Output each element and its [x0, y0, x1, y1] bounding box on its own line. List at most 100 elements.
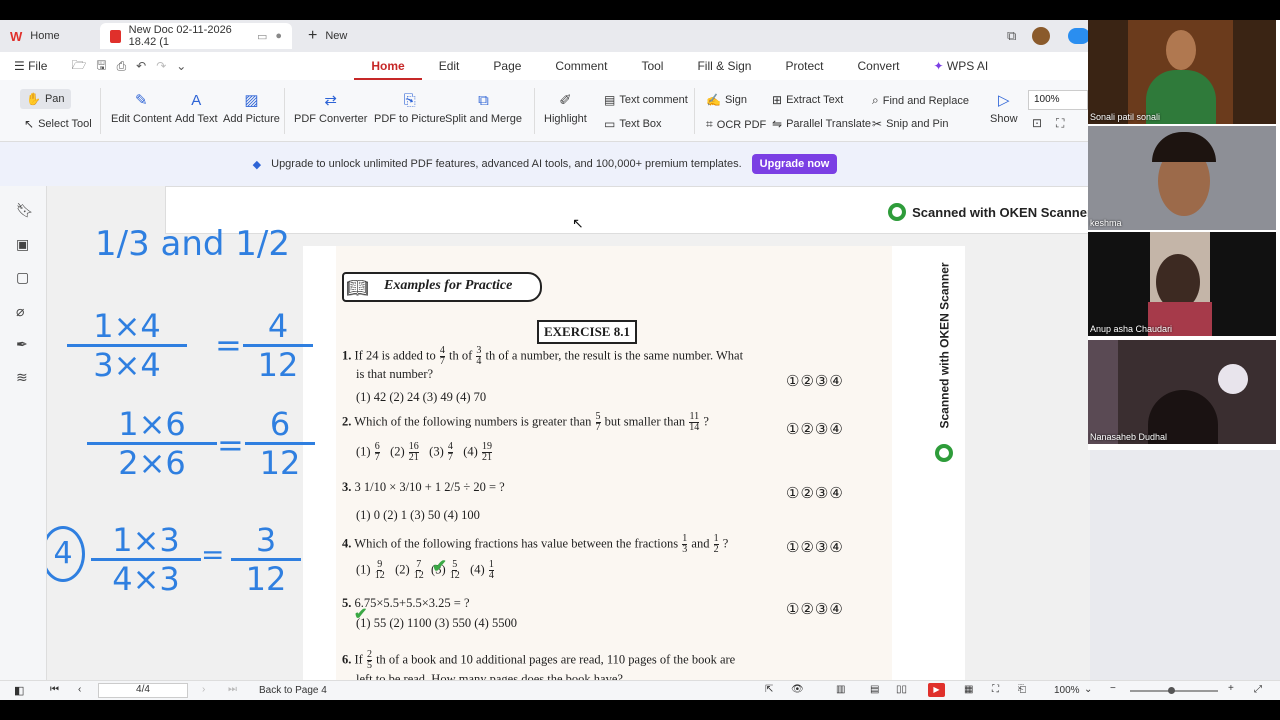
- zoom-out-icon[interactable]: −: [1110, 683, 1116, 694]
- video-participants: Sonali patil sonali keshma Anup asha Cha…: [1088, 20, 1280, 450]
- thumbnail-icon[interactable]: ▣: [16, 236, 29, 253]
- eye-icon[interactable]: 👁︎: [791, 684, 804, 695]
- menu-edit[interactable]: Edit: [422, 52, 477, 80]
- record-icon[interactable]: ▶: [928, 683, 945, 697]
- extract-text-button[interactable]: ⊞ Extract Text: [772, 93, 843, 107]
- tab-document[interactable]: New Doc 02-11-2026 18.42 (1 ▭ ●: [100, 23, 292, 49]
- book-icon: 📖︎: [346, 278, 369, 298]
- highlight-button[interactable]: ✐ Highlight: [544, 92, 587, 125]
- menu-tool[interactable]: Tool: [624, 52, 680, 80]
- scanner-watermark-vertical: Scanned with OKEN Scanner: [937, 262, 952, 429]
- window-restore-icon[interactable]: ⧉: [1007, 28, 1016, 44]
- grid-view-icon[interactable]: ▦: [964, 684, 973, 695]
- parallel-translate-button[interactable]: ⇋ Parallel Translate: [772, 117, 871, 131]
- tab-home[interactable]: W Home: [0, 23, 96, 49]
- pdf-icon: [110, 29, 121, 43]
- document-view[interactable]: Scanned with OKEN Scanner Examples for P…: [47, 186, 1090, 680]
- unsaved-dot-icon[interactable]: ●: [275, 30, 282, 42]
- equals-sign: =: [201, 538, 225, 571]
- find-replace-button[interactable]: ⌕ Find and Replace: [872, 93, 969, 108]
- participant-tile[interactable]: keshma: [1088, 126, 1276, 230]
- undo-icon[interactable]: ↶: [136, 59, 146, 73]
- select-tool-button[interactable]: ↖ Select Tool: [24, 117, 92, 131]
- zoom-dropdown-icon[interactable]: ⌄: [1084, 684, 1092, 695]
- save-icon[interactable]: 🖫: [96, 56, 106, 77]
- tab-bar: W Home New Doc 02-11-2026 18.42 (1 ▭ ● +…: [0, 20, 1090, 52]
- two-page-icon[interactable]: ▯▯: [896, 684, 907, 695]
- menu-file[interactable]: ☰ File: [0, 52, 57, 80]
- page-number-input[interactable]: 4/4: [98, 683, 188, 698]
- plus-icon: +: [308, 27, 318, 44]
- edit-content-button[interactable]: ✎ Edit Content: [111, 92, 172, 125]
- split-merge-button[interactable]: ⧉ Split and Merge: [445, 92, 522, 125]
- fullscreen-icon[interactable]: ⛶: [992, 684, 999, 695]
- question-1-line2: is that number?: [356, 367, 434, 381]
- zoom-slider-handle[interactable]: [1168, 687, 1175, 694]
- add-text-button[interactable]: A Add Text: [175, 92, 218, 125]
- menu-home[interactable]: Home: [354, 52, 422, 80]
- pdf-to-picture-button[interactable]: ⎘ PDF to Picture: [374, 92, 446, 125]
- menu-protect[interactable]: Protect: [768, 52, 840, 80]
- print-icon[interactable]: ⎙: [117, 59, 127, 74]
- zoom-in-icon[interactable]: +: [1228, 683, 1234, 694]
- user-avatar[interactable]: [1032, 27, 1050, 45]
- pdf-converter-button[interactable]: ⇄ PDF Converter: [294, 92, 367, 125]
- pan-button[interactable]: ✋ Pan: [20, 89, 71, 109]
- chevron-down-icon[interactable]: ⌄: [176, 59, 186, 73]
- zoom-level[interactable]: 100%: [1054, 685, 1080, 696]
- hand-line-1: 1/3 and 1/2: [95, 224, 291, 264]
- sign-button[interactable]: ✍ Sign: [706, 93, 747, 107]
- back-to-page-link[interactable]: Back to Page 4: [259, 685, 327, 696]
- text-box-button[interactable]: ▭ Text Box: [604, 117, 662, 131]
- add-picture-button[interactable]: ▨ Add Picture: [223, 92, 280, 125]
- participant-tile[interactable]: Sonali patil sonali: [1088, 20, 1276, 124]
- open-icon[interactable]: 🗁: [71, 56, 86, 77]
- fit-width-icon[interactable]: ⛶: [1056, 116, 1064, 131]
- text-comment-button[interactable]: ▤ Text comment: [604, 93, 688, 107]
- fit-icon[interactable]: ⎗: [1018, 684, 1026, 695]
- single-page-icon[interactable]: ▥: [836, 684, 845, 695]
- last-page-icon[interactable]: ⏭: [228, 684, 237, 695]
- upgrade-now-button[interactable]: Upgrade now: [751, 154, 838, 174]
- fit-page-icon[interactable]: ⊡: [1032, 116, 1042, 130]
- picture-icon: ▨: [244, 92, 259, 109]
- divider: [534, 88, 535, 134]
- menu-fill-sign[interactable]: Fill & Sign: [680, 52, 768, 80]
- scissors-icon: ✂: [872, 117, 883, 131]
- next-page-icon[interactable]: ›: [202, 684, 205, 695]
- left-sidebar: 🔖︎ ▣ ▢ ⌀ ✒ ≋: [0, 186, 47, 680]
- attachment-icon[interactable]: ⌀: [16, 303, 24, 320]
- zoom-field[interactable]: 100%: [1028, 90, 1088, 110]
- participant-tile[interactable]: Nanasaheb Dudhal: [1088, 340, 1276, 444]
- window-icon: ▭: [256, 30, 268, 43]
- text-box-icon: ▭: [604, 117, 616, 131]
- menu-wps-ai[interactable]: ✦ WPS AI: [917, 52, 1006, 80]
- equals-sign: =: [217, 426, 244, 464]
- show-button[interactable]: ▷ Show: [990, 92, 1018, 125]
- split-icon: ⧉: [478, 92, 489, 109]
- screen-top-bar: [0, 0, 1280, 20]
- continuous-page-icon[interactable]: ▤: [870, 684, 879, 695]
- ocr-icon: ⌗: [706, 117, 713, 131]
- participant-tile[interactable]: Anup asha Chaudari: [1088, 232, 1276, 336]
- menu-comment[interactable]: Comment: [538, 52, 624, 80]
- layers-icon[interactable]: ≋: [16, 369, 28, 386]
- expand-icon[interactable]: ⤢: [1254, 684, 1262, 695]
- oken-logo-icon: [935, 444, 953, 462]
- bookmark-icon[interactable]: 🔖︎: [16, 202, 34, 219]
- snip-pin-button[interactable]: ✂ Snip and Pin: [872, 117, 948, 131]
- signature-panel-icon[interactable]: ✒: [16, 336, 28, 353]
- current-page: Examples for Practice 📖︎ EXERCISE 8.1 1.…: [303, 246, 965, 680]
- export-icon[interactable]: ⇱: [765, 684, 773, 695]
- comment-panel-icon[interactable]: ▢: [16, 269, 29, 286]
- menu-page[interactable]: Page: [476, 52, 538, 80]
- prev-page-icon[interactable]: ‹: [78, 684, 81, 695]
- ocr-pdf-button[interactable]: ⌗ OCR PDF: [706, 117, 766, 132]
- menu-convert[interactable]: Convert: [841, 52, 917, 80]
- cloud-icon[interactable]: [1068, 28, 1090, 44]
- new-tab-button[interactable]: + New: [298, 23, 357, 49]
- edit-content-icon: ✎: [134, 92, 148, 109]
- redo-icon[interactable]: ↷: [156, 59, 166, 73]
- first-page-icon[interactable]: ⏮: [50, 684, 59, 695]
- sidebar-toggle-icon[interactable]: ◧: [14, 684, 24, 697]
